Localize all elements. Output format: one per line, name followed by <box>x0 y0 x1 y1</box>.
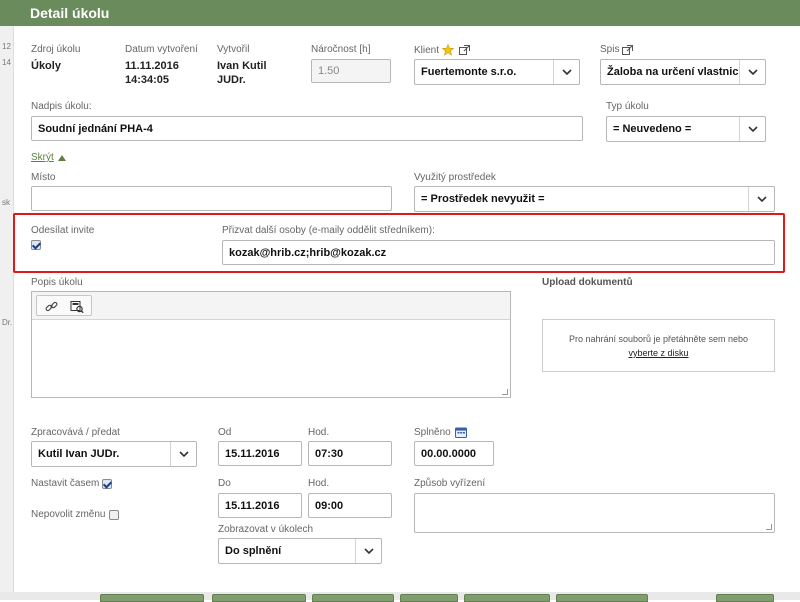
background-page-strip: 12 14 sk Dr. <box>0 0 14 600</box>
source-label: Zdroj úkolu <box>31 44 81 55</box>
difficulty-label: Náročnost [h] <box>311 44 371 55</box>
external-link-icon[interactable] <box>459 45 471 55</box>
source-value: Úkoly <box>31 60 61 72</box>
assignee-select[interactable]: Kutil Ivan JUDr. <box>31 441 197 467</box>
editor-toolbar-group <box>36 295 92 316</box>
send-invite-label: Odesílat invite <box>31 225 95 236</box>
external-link-icon[interactable] <box>622 44 634 55</box>
type-select-value: = Neuvedeno = <box>613 123 692 135</box>
done-date-input[interactable]: 00.00.0000 <box>414 441 494 466</box>
chevron-down-icon <box>748 187 774 211</box>
resource-label: Využitý prostředek <box>414 172 496 183</box>
dialog-title: Detail úkolu <box>30 5 110 21</box>
triangle-up-icon <box>57 154 66 161</box>
set-time-group: Nastavit časem <box>31 478 113 489</box>
author-title: JUDr. <box>217 74 246 86</box>
file-label-group: Spis <box>600 44 634 55</box>
author-name: Ivan Kutil <box>217 60 267 72</box>
to-hour-input[interactable]: 09:00 <box>308 493 392 518</box>
file-select[interactable]: Žaloba na určení vlastnic <box>600 59 766 85</box>
send-invite-checkbox[interactable] <box>31 240 41 250</box>
file-select-value: Žaloba na určení vlastnic <box>607 66 739 78</box>
upload-browse-link[interactable]: vyberte z disku <box>543 348 774 358</box>
done-label-group: Splněno <box>414 427 467 438</box>
client-select-value: Fuertemonte s.r.o. <box>421 66 517 78</box>
chevron-down-icon <box>739 117 765 141</box>
image-browse-icon[interactable] <box>69 299 85 313</box>
invite-others-label: Přizvat další osoby (e-maily oddělit stř… <box>222 225 435 236</box>
chevron-down-icon <box>170 442 196 466</box>
created-time: 14:34:05 <box>125 74 170 86</box>
client-label-group: Klient <box>414 44 471 56</box>
upload-instructions: Pro nahrání souborů je přetáhněte sem ne… <box>568 334 749 344</box>
show-select-value: Do splnění <box>225 545 282 557</box>
type-select[interactable]: = Neuvedeno = <box>606 116 766 142</box>
to-hour-label: Hod. <box>308 478 330 489</box>
invite-emails-input[interactable]: kozak@hrib.cz;hrib@kozak.cz <box>222 240 775 265</box>
footer-button[interactable] <box>312 594 394 602</box>
footer-button[interactable] <box>716 594 774 602</box>
dialog-header: Detail úkolu <box>0 0 800 26</box>
footer-button[interactable] <box>100 594 204 602</box>
chevron-down-icon <box>553 60 579 84</box>
upload-dropzone[interactable]: Pro nahrání souborů je přetáhněte sem ne… <box>542 319 775 372</box>
background-fragment: 14 <box>2 58 11 67</box>
footer-button[interactable] <box>556 594 648 602</box>
description-label: Popis úkolu <box>31 277 83 288</box>
resolution-label: Způsob vyřízení <box>414 478 486 489</box>
from-hour-label: Hod. <box>308 427 330 438</box>
star-icon[interactable] <box>442 44 455 56</box>
footer-button[interactable] <box>400 594 458 602</box>
show-select[interactable]: Do splnění <box>218 538 382 564</box>
created-label: Datum vytvoření <box>125 44 198 55</box>
from-date-input[interactable]: 15.11.2016 <box>218 441 302 466</box>
to-date-input[interactable]: 15.11.2016 <box>218 493 302 518</box>
created-date: 11.11.2016 <box>125 60 179 72</box>
done-label: Splněno <box>414 427 451 438</box>
chevron-down-icon <box>355 539 381 563</box>
resize-handle-icon[interactable] <box>502 389 508 395</box>
link-icon[interactable] <box>43 299 59 313</box>
from-label: Od <box>218 427 232 438</box>
type-label: Typ úkolu <box>606 101 649 112</box>
client-label: Klient <box>414 44 440 56</box>
description-editor[interactable] <box>31 291 511 398</box>
resolution-textarea[interactable] <box>414 493 775 533</box>
heading-input[interactable]: Soudní jednání PHA-4 <box>31 116 583 141</box>
background-fragment: 12 <box>2 42 11 51</box>
difficulty-input[interactable]: 1.50 <box>311 59 391 83</box>
show-label: Zobrazovat v úkolech <box>218 524 314 535</box>
heading-label: Nadpis úkolu: <box>31 101 92 112</box>
hide-link[interactable]: Skrýt <box>31 152 54 163</box>
set-time-label: Nastavit časem <box>31 478 100 489</box>
client-select[interactable]: Fuertemonte s.r.o. <box>414 59 580 85</box>
file-label: Spis <box>600 44 620 55</box>
upload-label: Upload dokumentů <box>542 277 633 288</box>
assignee-select-value: Kutil Ivan JUDr. <box>38 448 120 460</box>
background-fragment: sk <box>2 198 10 207</box>
from-hour-input[interactable]: 07:30 <box>308 441 392 466</box>
author-label: Vytvořil <box>217 44 250 55</box>
background-fragment: Dr. <box>2 318 13 327</box>
chevron-down-icon <box>739 60 765 84</box>
no-change-label: Nepovolit změnu <box>31 509 106 520</box>
resource-select-value: = Prostředek nevyužit = <box>421 193 545 205</box>
no-change-checkbox[interactable] <box>109 509 120 520</box>
calendar-icon[interactable] <box>454 427 467 438</box>
set-time-checkbox[interactable] <box>102 478 113 489</box>
place-input[interactable] <box>31 186 392 211</box>
to-label: Do <box>218 478 231 489</box>
resize-handle-icon[interactable] <box>766 524 772 530</box>
footer-button[interactable] <box>464 594 550 602</box>
resource-select[interactable]: = Prostředek nevyužit = <box>414 186 775 212</box>
editor-toolbar <box>32 292 510 320</box>
hide-toggle[interactable]: Skrýt <box>31 152 66 163</box>
place-label: Místo <box>31 172 56 183</box>
no-change-group: Nepovolit změnu <box>31 509 120 520</box>
footer-button[interactable] <box>212 594 306 602</box>
assignee-label: Zpracovává / předat <box>31 427 120 438</box>
